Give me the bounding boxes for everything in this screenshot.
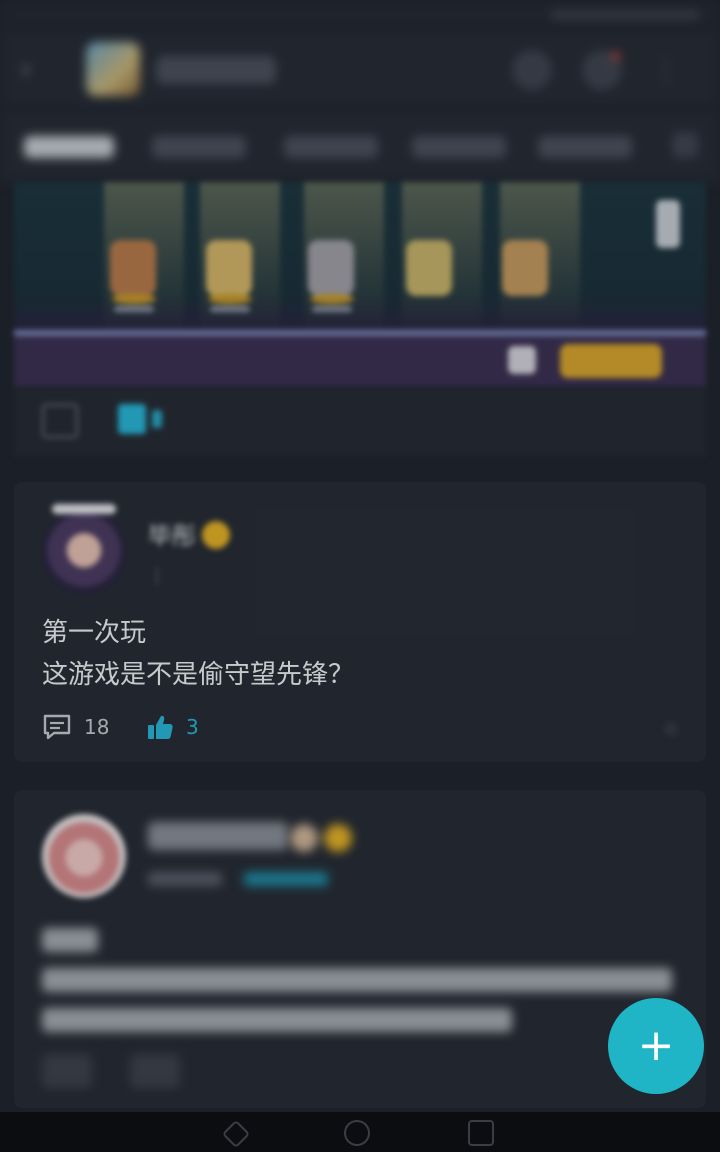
tab-1[interactable] [24, 136, 114, 158]
banner-side-icon [656, 200, 680, 248]
like-button[interactable]: 3 [146, 710, 199, 744]
post-content[interactable]: 第一次玩 这游戏是不是偷守望先锋？ [42, 612, 354, 696]
nav-back-icon[interactable] [221, 1119, 251, 1149]
avatar[interactable] [42, 814, 126, 898]
post-more-icon[interactable] [664, 722, 678, 736]
content-line [42, 928, 98, 952]
status-bar [0, 0, 720, 30]
nav-recent-icon[interactable] [468, 1120, 494, 1146]
post-meta: | [148, 564, 166, 585]
top-app-bar: ‹ ⋮ [0, 30, 720, 110]
badges [284, 824, 352, 852]
hero-figure [406, 240, 452, 296]
comment-icon [43, 714, 71, 740]
post-tag[interactable] [243, 872, 328, 886]
level-badge-icon [324, 824, 352, 852]
comment-button[interactable] [42, 1054, 92, 1088]
hero-pedestal [208, 294, 252, 304]
thumb-up-icon [148, 715, 173, 739]
hero-pedestal [112, 294, 156, 304]
badge-icon [290, 824, 318, 852]
post-meta [148, 870, 338, 888]
nav-home-icon[interactable] [344, 1120, 370, 1146]
category-tabs [0, 110, 720, 182]
level-badge-icon [202, 521, 230, 549]
post-card[interactable] [14, 790, 706, 1108]
comment-count: 18 [84, 715, 110, 739]
post-content[interactable] [42, 928, 682, 1032]
banner-white-icon [508, 346, 536, 374]
avatar[interactable] [42, 504, 126, 594]
back-icon[interactable]: ‹ [20, 54, 52, 86]
post-time [148, 872, 222, 886]
plus-icon: + [637, 1020, 675, 1071]
hero-figure [110, 240, 156, 296]
system-nav-bar [0, 1112, 720, 1152]
status-icons [550, 10, 700, 20]
like-button[interactable] [130, 1054, 180, 1088]
hero-label [210, 306, 250, 312]
event-banner[interactable] [14, 182, 706, 388]
banner-action-button[interactable] [560, 344, 662, 378]
tab-5[interactable] [538, 136, 632, 158]
user-name[interactable]: 毕彤 [148, 516, 230, 551]
content-line [42, 1008, 512, 1032]
tabs-more-icon[interactable] [672, 132, 698, 158]
hero-label [114, 306, 154, 312]
game-logo-icon[interactable] [86, 42, 140, 96]
tab-2[interactable] [152, 136, 246, 158]
create-post-button[interactable]: + [608, 998, 704, 1094]
meta-separator: | [154, 564, 161, 585]
content-line [42, 968, 672, 992]
thumb-up-icon[interactable] [118, 404, 146, 434]
hero-figure [308, 240, 354, 296]
comment-button[interactable]: 18 [42, 710, 109, 744]
hero-figure [502, 240, 548, 296]
comment-icon[interactable] [42, 404, 78, 438]
banner-actions [14, 388, 706, 456]
user-name-text: 毕彤 [148, 522, 196, 550]
hero-label [312, 306, 352, 312]
like-count [152, 410, 162, 428]
post-card[interactable]: 毕彤 | 第一次玩 这游戏是不是偷守望先锋？ 18 3 [14, 482, 706, 762]
message-icon[interactable] [582, 50, 622, 90]
like-count: 3 [186, 715, 199, 739]
search-icon[interactable] [512, 50, 552, 90]
tab-4[interactable] [412, 136, 506, 158]
more-icon[interactable]: ⋮ [652, 50, 680, 90]
tab-3[interactable] [284, 136, 378, 158]
user-name[interactable] [148, 822, 288, 850]
game-name [156, 56, 276, 84]
hero-pedestal [310, 294, 354, 304]
hero-figure [206, 240, 252, 296]
